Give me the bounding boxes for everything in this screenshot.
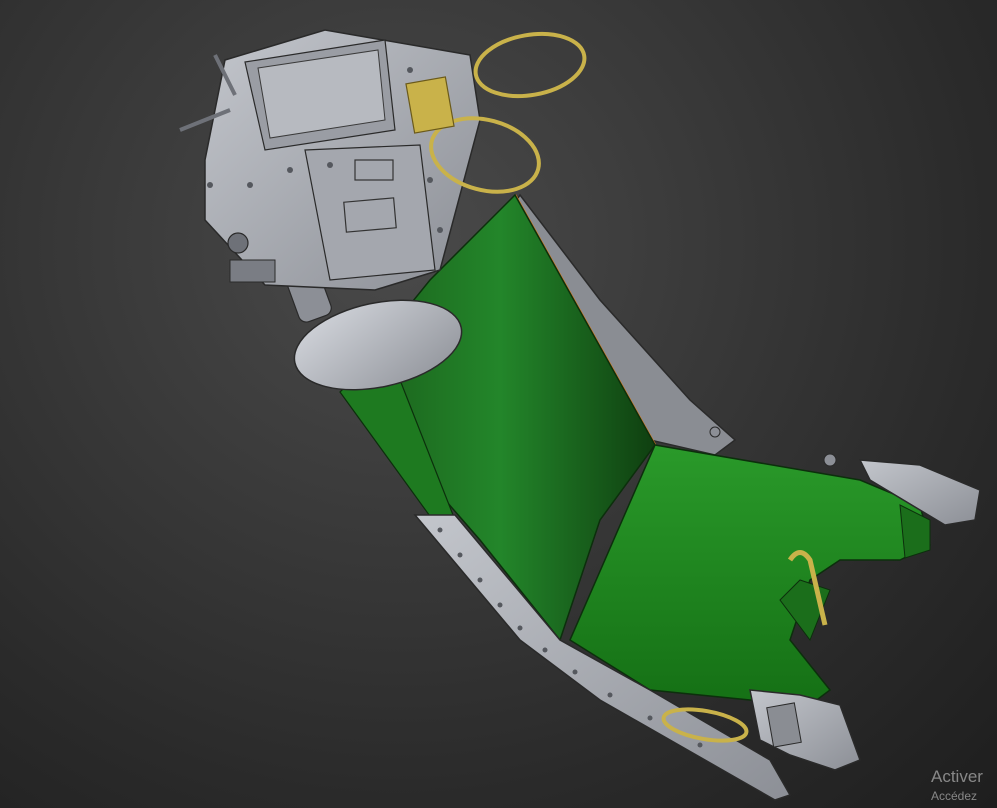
cad-viewport bbox=[179, 29, 981, 801]
watermark-line-2: Accédez bbox=[931, 789, 978, 803]
pull-ring-mount bbox=[405, 76, 455, 134]
watermark-line-1: Activer bbox=[931, 767, 983, 786]
activation-watermark: Activer Accédez bbox=[927, 766, 997, 804]
